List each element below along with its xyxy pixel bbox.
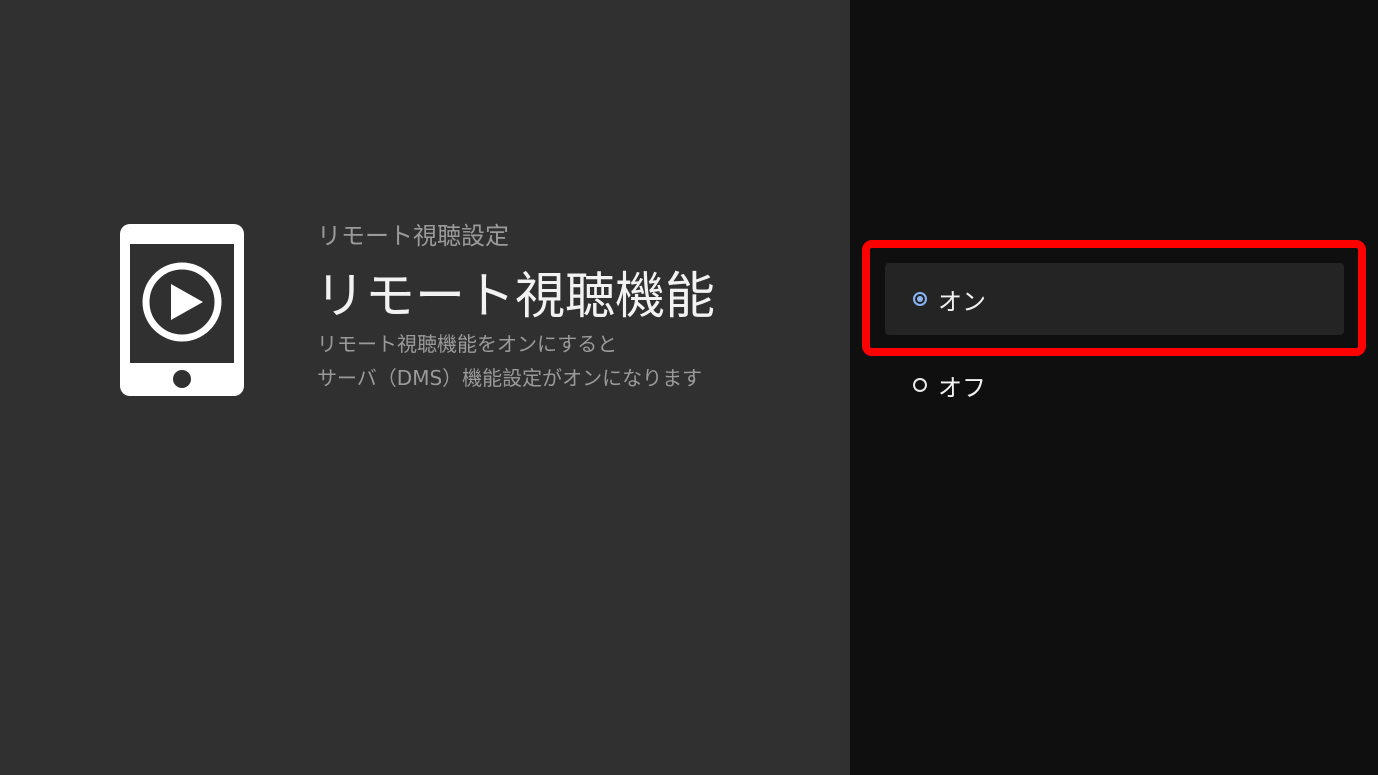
description-line-2: サーバ（DMS）機能設定がオンになります bbox=[317, 366, 703, 390]
option-off[interactable]: オフ bbox=[885, 349, 1344, 421]
option-off-label: オフ bbox=[938, 373, 986, 402]
radio-unselected-icon bbox=[913, 378, 927, 392]
breadcrumb: リモート視聴設定 bbox=[317, 222, 509, 250]
option-on[interactable]: オン bbox=[885, 263, 1344, 335]
page-title: リモート視聴機能 bbox=[315, 267, 715, 325]
description-line-1: リモート視聴機能をオンにすると bbox=[317, 332, 618, 356]
phone-play-icon bbox=[120, 224, 244, 396]
info-panel: リモート視聴設定 リモート視聴機能 リモート視聴機能をオンにすると サーバ（DM… bbox=[0, 0, 850, 775]
radio-selected-icon bbox=[913, 292, 927, 306]
description: リモート視聴機能をオンにすると サーバ（DMS）機能設定がオンになります bbox=[317, 327, 702, 395]
option-on-label: オン bbox=[938, 287, 986, 316]
